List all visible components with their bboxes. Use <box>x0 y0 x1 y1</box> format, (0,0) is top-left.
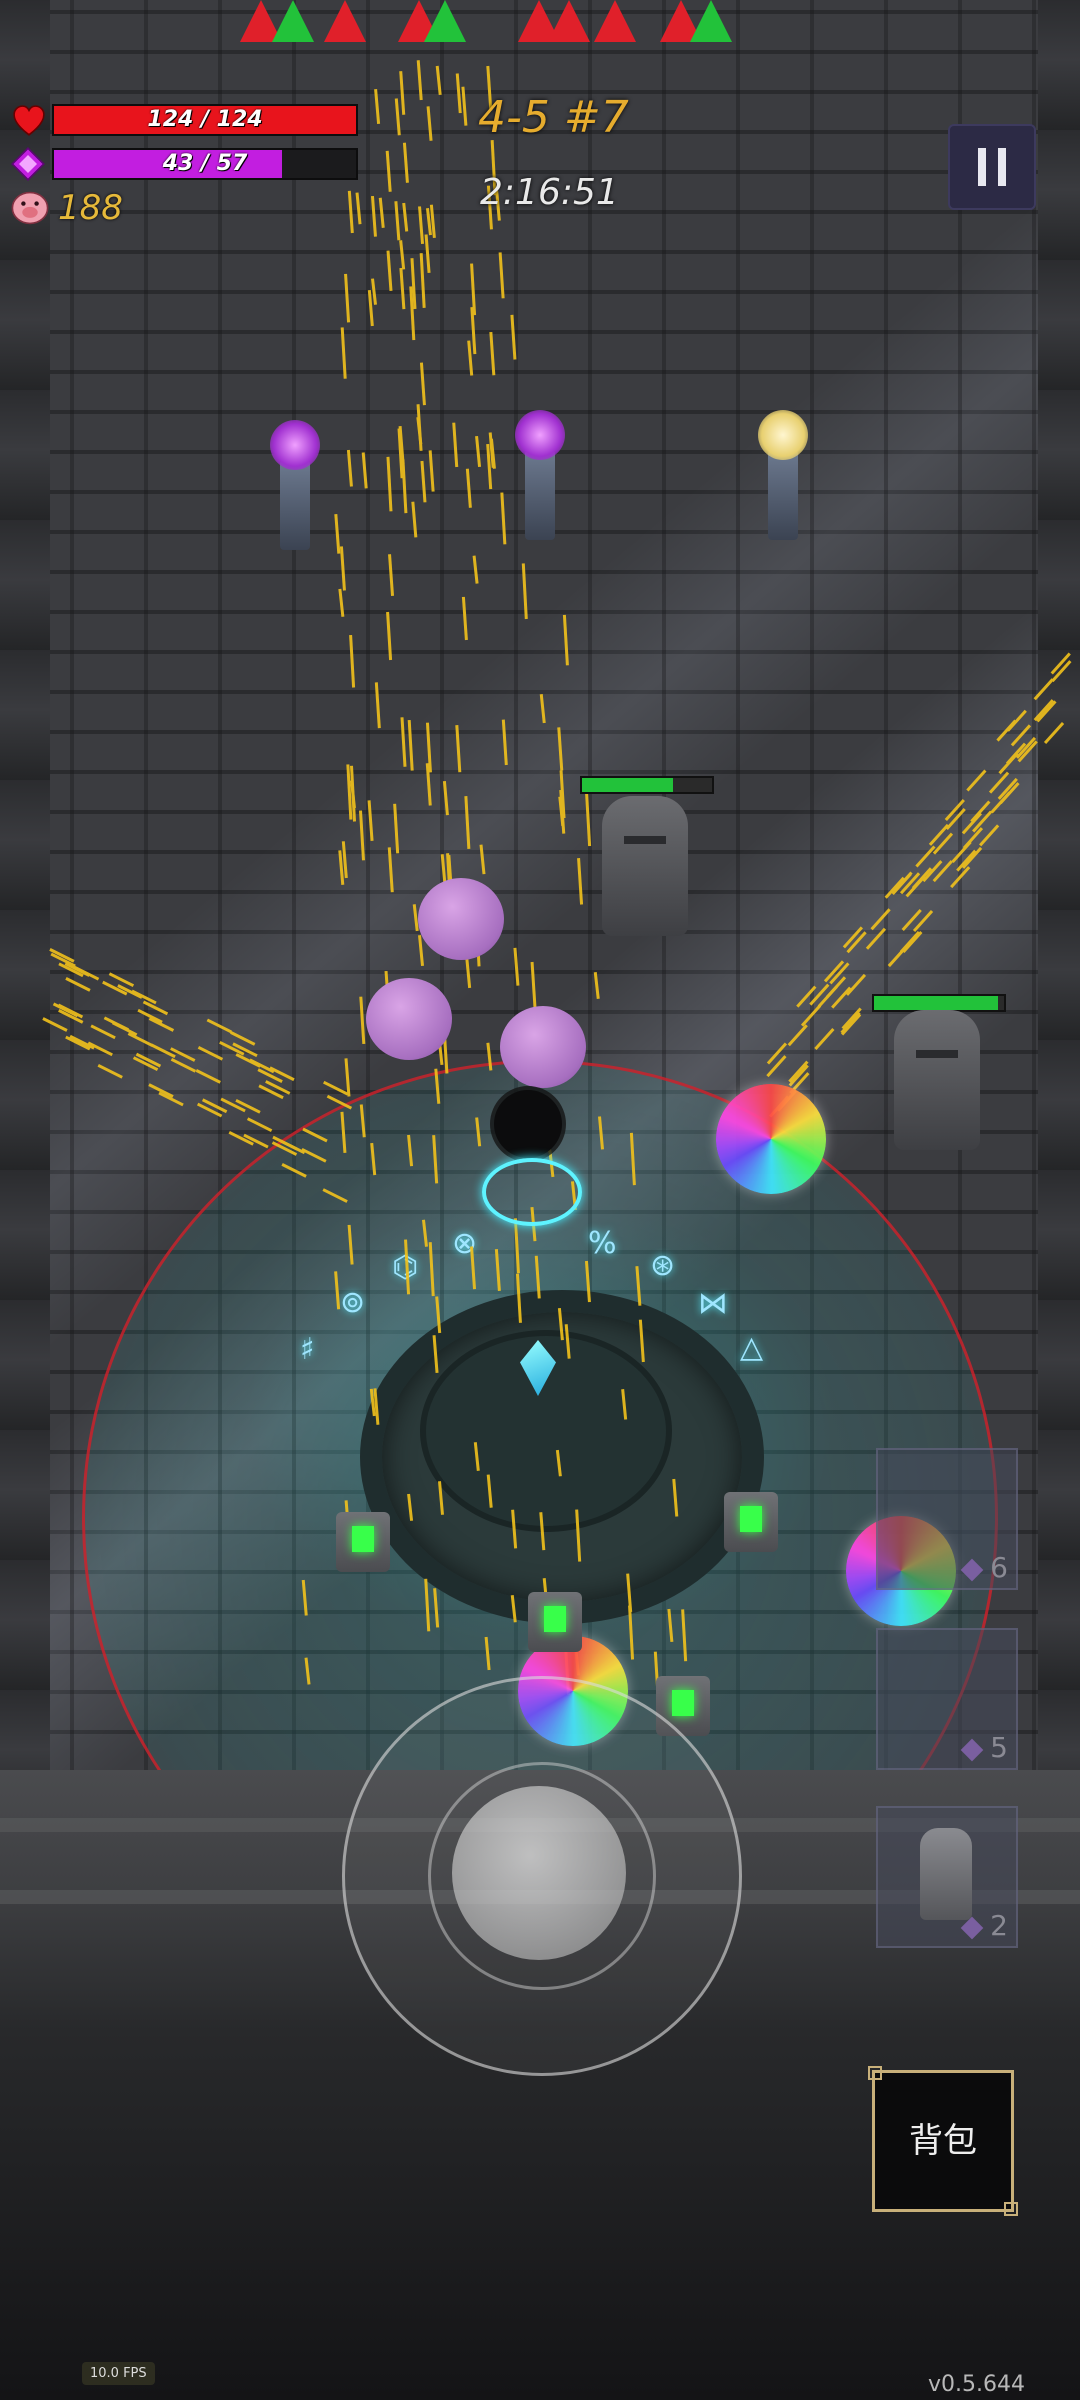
stone-statue-enemy <box>602 796 688 936</box>
lamp-post <box>270 420 320 550</box>
left-wall <box>0 0 50 1770</box>
slime-enemy <box>366 978 452 1060</box>
gem-icon <box>960 1916 984 1940</box>
rainbow-orb <box>716 1084 826 1194</box>
statue-icon <box>920 1828 972 1920</box>
skill-slot[interactable]: 5 <box>876 1628 1018 1770</box>
rune-glyph: % <box>588 1226 617 1261</box>
heart-icon <box>13 105 45 136</box>
mana-gem-icon <box>11 147 45 181</box>
version-label: v0.5.644 <box>928 2372 1025 2397</box>
skill-slot[interactable]: 6 <box>876 1448 1018 1590</box>
lamp-post <box>515 410 565 540</box>
rune-glyph: △ <box>740 1330 764 1365</box>
enemy-direction-marker <box>324 0 366 42</box>
enemy-health-fill <box>582 778 673 792</box>
piggy-bank-icon <box>11 191 49 225</box>
gem-icon <box>960 1738 984 1762</box>
player-character <box>494 1090 562 1158</box>
skill-count: 5 <box>990 1731 1008 1764</box>
stone-statue-enemy <box>894 1010 980 1150</box>
enemy-direction-marker <box>594 0 636 42</box>
turret-minion <box>336 1512 390 1572</box>
pause-icon <box>998 148 1006 186</box>
rune-glyph: ⊚ <box>340 1285 366 1320</box>
coin-count: 188 <box>58 188 123 228</box>
gem-icon <box>960 1558 984 1582</box>
skill-count: 6 <box>990 1551 1008 1584</box>
joystick-knob[interactable] <box>452 1786 626 1960</box>
rune-glyph: ⋈ <box>698 1286 728 1321</box>
backpack-button[interactable]: 背包 <box>868 2066 1018 2216</box>
turret-minion <box>528 1592 582 1652</box>
mana-text: 43 / 57 <box>162 151 248 176</box>
player-ring <box>482 1158 582 1226</box>
health-text: 124 / 124 <box>147 107 263 132</box>
slime-enemy <box>418 878 504 960</box>
run-timer: 2:16:51 <box>480 172 619 213</box>
enemy-health-fill <box>874 996 998 1010</box>
rune-glyph: ♯ <box>300 1332 315 1367</box>
pause-icon <box>978 148 986 186</box>
rune-glyph: ⊗ <box>452 1226 478 1261</box>
enemy-direction-marker <box>424 0 466 42</box>
enemy-direction-marker <box>548 0 590 42</box>
skill-count: 2 <box>990 1909 1008 1942</box>
pause-button[interactable] <box>948 124 1036 210</box>
stage-label: 4-5 #7 <box>478 92 629 143</box>
fps-counter: 10.0 FPS <box>82 2362 155 2385</box>
mana-bar: 43 / 57 <box>52 148 358 180</box>
rune-glyph: ⌬ <box>392 1250 419 1285</box>
health-bar: 124 / 124 <box>52 104 358 136</box>
enemy-health-bar <box>580 776 714 794</box>
right-wall <box>1038 0 1080 1770</box>
turret-minion <box>724 1492 778 1552</box>
skill-slot[interactable]: 2 <box>876 1806 1018 1948</box>
enemy-direction-marker <box>690 0 732 42</box>
enemy-direction-marker <box>272 0 314 42</box>
slime-enemy <box>500 1006 586 1088</box>
rune-glyph: ⊛ <box>650 1248 676 1283</box>
lamp-post <box>758 410 808 540</box>
